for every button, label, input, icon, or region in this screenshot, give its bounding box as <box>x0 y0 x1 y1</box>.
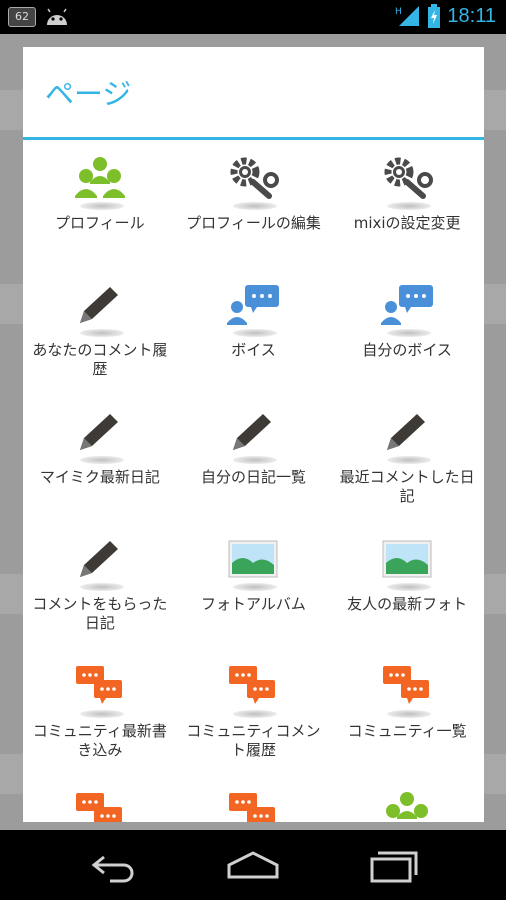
profile-group-icon <box>377 789 437 822</box>
recent-apps-icon[interactable] <box>364 847 424 883</box>
photo-icon <box>223 535 283 591</box>
notification-icon: 62 <box>8 7 36 27</box>
page-item[interactable]: ボイス <box>178 267 328 394</box>
page-item-label: コミュニティ最新書き込み <box>32 722 167 759</box>
page-item[interactable] <box>178 775 328 822</box>
community-icon <box>70 662 130 718</box>
page-item-label: あなたのコメント履歴 <box>32 341 168 378</box>
page-item[interactable]: 友人の最新フォト <box>332 521 482 648</box>
page-item-label: 自分のボイス <box>362 341 452 359</box>
community-icon <box>377 662 437 718</box>
page-dialog: ページ プロフィール プロフィールの編集 mixiの設定変更あなたのコメント履歴 ボイ… <box>23 47 484 822</box>
page-item-label: 最近コメントした日記 <box>339 468 475 505</box>
home-icon[interactable] <box>223 847 283 883</box>
page-item-label: プロフィール <box>54 214 145 232</box>
page-item-label: プロフィールの編集 <box>186 214 321 232</box>
page-item-label: 友人の最新フォト <box>347 595 468 613</box>
voice-icon <box>377 281 437 337</box>
community-icon <box>223 789 283 822</box>
page-item[interactable]: コメントをもらった日記 <box>25 521 175 648</box>
profile-group-icon <box>70 154 130 210</box>
settings-icon <box>377 154 437 210</box>
page-item[interactable]: コミュニティ最新書き込み <box>25 648 175 775</box>
dialog-title: ページ <box>23 47 484 140</box>
page-item[interactable]: プロフィール <box>25 140 175 267</box>
page-item-label: コメントをもらった日記 <box>32 595 168 632</box>
page-item-label: マイミク最新日記 <box>39 468 160 486</box>
navigation-bar <box>0 830 506 900</box>
page-item[interactable]: コミュニティコメント履歴 <box>178 648 328 775</box>
pencil-icon <box>70 535 130 591</box>
page-item-label: コミュニティコメント履歴 <box>186 722 321 759</box>
pencil-icon <box>223 408 283 464</box>
page-item[interactable]: 自分のボイス <box>332 267 482 394</box>
page-item[interactable]: mixiの設定変更 <box>332 140 482 267</box>
settings-icon <box>223 154 283 210</box>
community-icon <box>223 662 283 718</box>
signal-icon: H <box>395 6 420 26</box>
page-item[interactable]: 自分の日記一覧 <box>178 394 328 521</box>
clock: 18:11 <box>447 4 496 27</box>
page-item[interactable]: プロフィールの編集 <box>178 140 328 267</box>
page-item-label: 自分の日記一覧 <box>200 468 306 486</box>
pencil-icon <box>377 408 437 464</box>
back-icon[interactable] <box>84 847 144 883</box>
page-item[interactable] <box>25 775 175 822</box>
svg-text:H: H <box>395 7 402 17</box>
page-item-label: フォトアルバム <box>201 595 306 613</box>
pencil-icon <box>70 408 130 464</box>
page-item-label: コミュニティ一覧 <box>347 722 467 740</box>
page-item[interactable]: フォトアルバム <box>178 521 328 648</box>
photo-icon <box>377 535 437 591</box>
battery-icon <box>428 4 441 28</box>
page-item[interactable]: マイミク最新日記 <box>25 394 175 521</box>
page-item[interactable]: コミュニティ一覧 <box>332 648 482 775</box>
page-item-label: mixiの設定変更 <box>353 214 461 232</box>
page-item[interactable]: 最近コメントした日記 <box>332 394 482 521</box>
community-icon <box>70 789 130 822</box>
status-bar: 62 H 18:11 <box>0 0 506 34</box>
page-item[interactable]: あなたのコメント履歴 <box>25 267 175 394</box>
voice-icon <box>223 281 283 337</box>
page-item[interactable] <box>332 775 482 822</box>
page-item-label: ボイス <box>231 341 276 359</box>
android-icon <box>47 8 67 25</box>
pencil-icon <box>70 281 130 337</box>
page-grid: プロフィール プロフィールの編集 mixiの設定変更 あなたのコメント履歴 ボイス 自分の… <box>23 140 484 822</box>
